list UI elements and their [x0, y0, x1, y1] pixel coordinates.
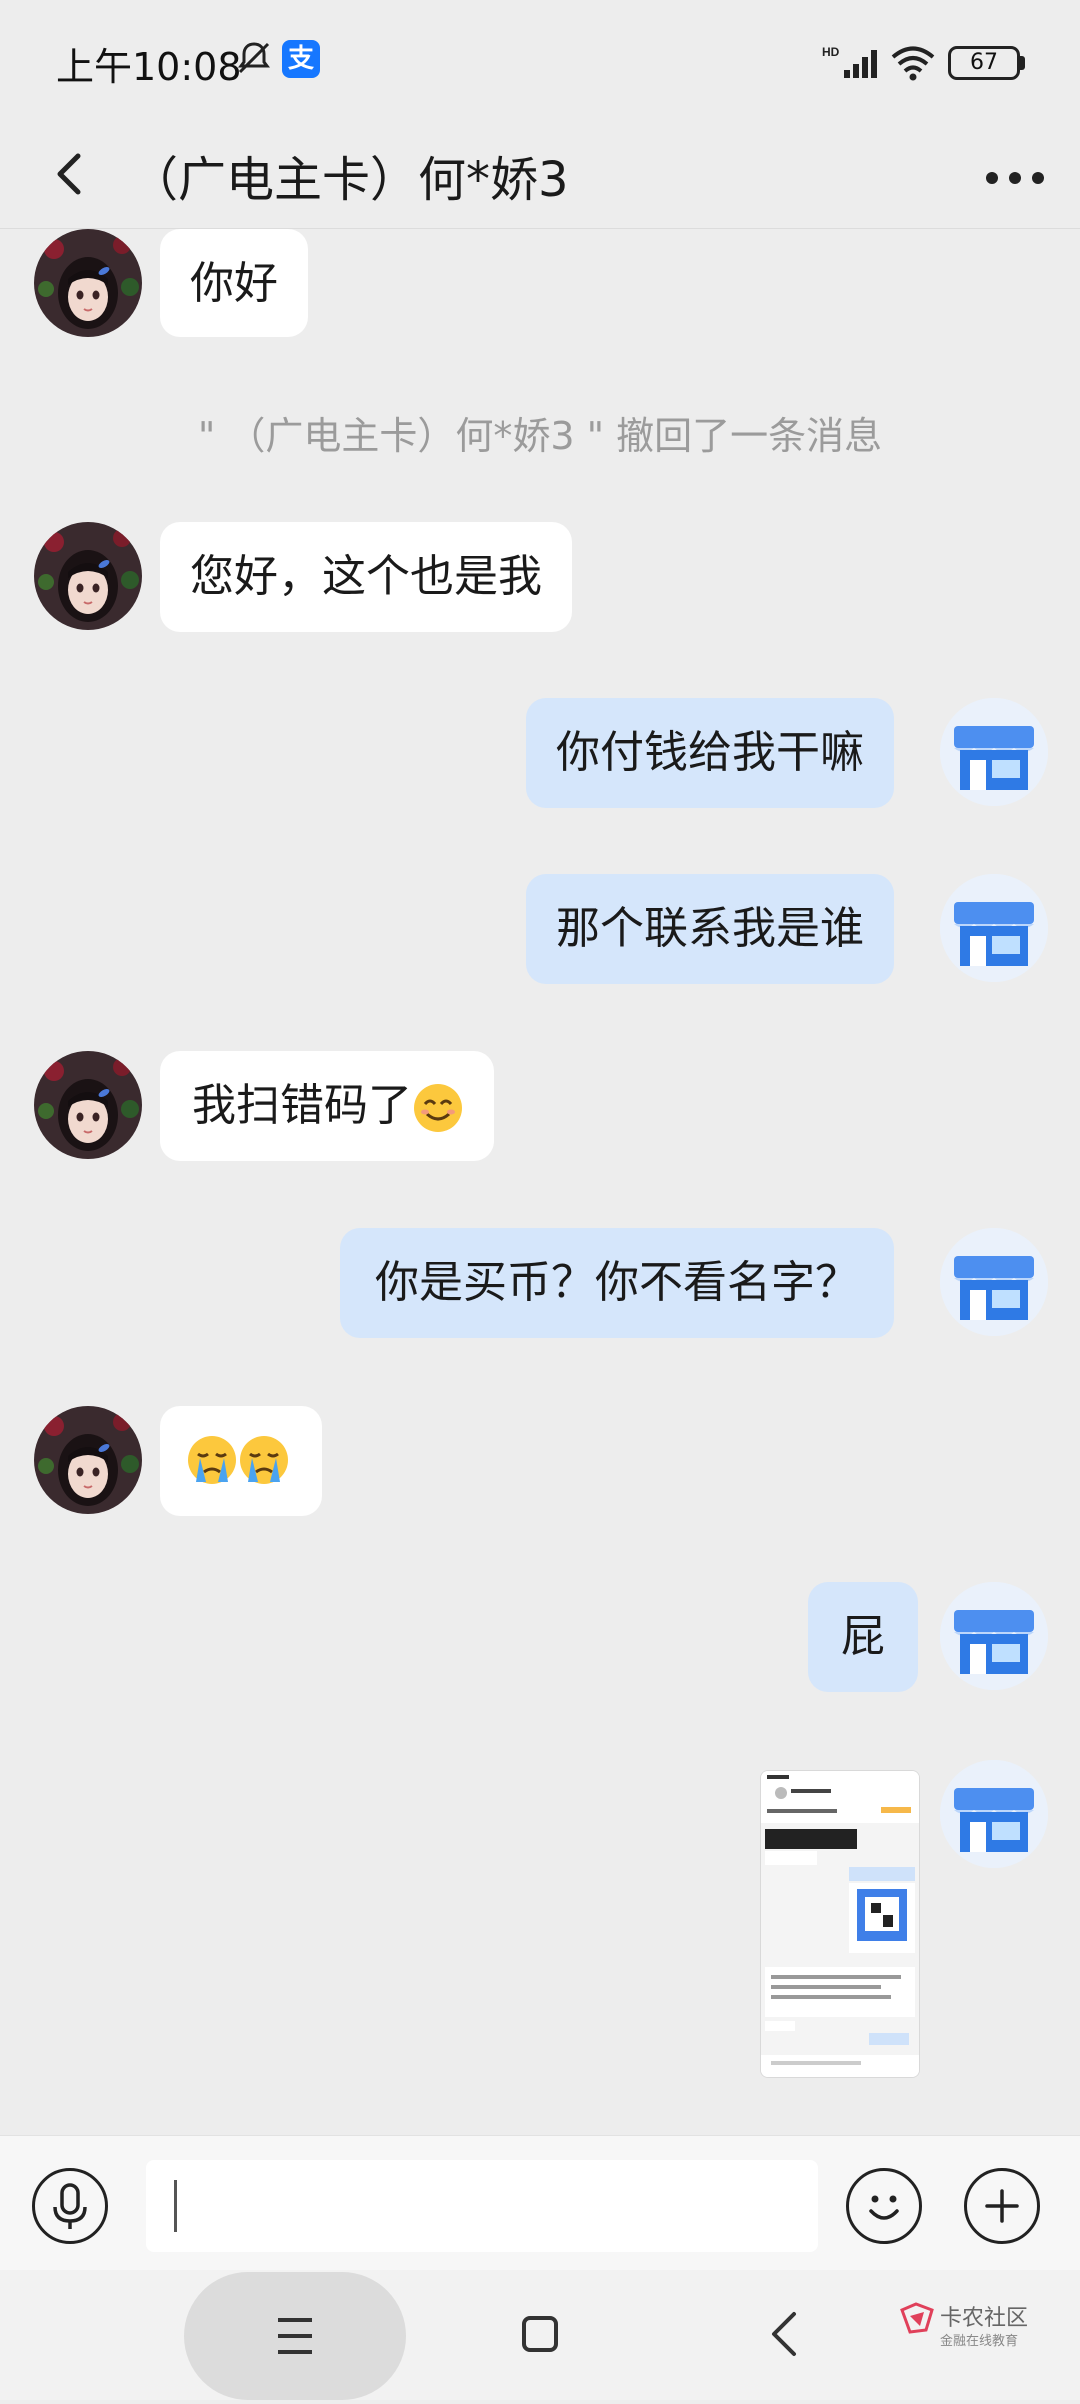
text-caret	[174, 2180, 177, 2232]
home-square-icon[interactable]	[522, 2316, 558, 2352]
store-avatar-icon[interactable]	[940, 1760, 1048, 1868]
back-icon[interactable]	[764, 2306, 804, 2362]
message-text-input[interactable]	[146, 2160, 818, 2252]
watermark-logo: 卡农社区 金融在线教育	[898, 2300, 1068, 2360]
chevron-left-icon[interactable]	[42, 144, 102, 204]
contact-avatar[interactable]	[34, 229, 142, 337]
alipay-icon: 支	[282, 40, 320, 78]
message-bubble-incoming[interactable]: 我扫错码了	[160, 1051, 494, 1161]
crying-emoji-icon	[240, 1436, 288, 1484]
microphone-icon[interactable]	[32, 2168, 108, 2244]
signal-icon: HD	[822, 45, 877, 78]
store-avatar-icon[interactable]	[940, 874, 1048, 982]
emoji-icon[interactable]	[846, 2168, 922, 2244]
chat-message-list[interactable]: 你好 " （广电主卡）何*娇3 " 撤回了一条消息 您好，这个也是我 你付钱给我…	[0, 229, 1080, 2135]
watermark-title: 卡农社区	[940, 2306, 1029, 2331]
store-avatar-icon[interactable]	[940, 1228, 1048, 1336]
wifi-icon	[891, 46, 935, 81]
message-bubble-incoming[interactable]: 您好，这个也是我	[160, 522, 572, 632]
message-bubble-incoming[interactable]	[160, 1406, 322, 1516]
contact-avatar[interactable]	[34, 1051, 142, 1159]
message-bubble-incoming[interactable]: 你好	[160, 229, 308, 337]
contact-avatar[interactable]	[34, 522, 142, 630]
message-input-bar	[0, 2135, 1080, 2271]
message-bubble-outgoing[interactable]: 你是买币？你不看名字？	[340, 1228, 894, 1338]
crying-emoji-icon	[188, 1436, 236, 1484]
network-type: HD	[822, 45, 840, 59]
system-recall-notice: " （广电主卡）何*娇3 " 撤回了一条消息	[197, 414, 883, 458]
store-avatar-icon[interactable]	[940, 698, 1048, 806]
image-message-thumbnail[interactable]	[760, 1770, 920, 2078]
message-bubble-outgoing[interactable]: 你付钱给我干嘛	[526, 698, 894, 808]
chat-header: （广电主卡）何*娇3	[0, 124, 1080, 229]
plus-icon[interactable]	[964, 2168, 1040, 2244]
kanong-logo-icon	[900, 2302, 934, 2334]
message-bubble-outgoing[interactable]: 那个联系我是谁	[526, 874, 894, 984]
bell-mute-icon	[238, 42, 270, 74]
status-time: 上午10:08	[56, 45, 242, 89]
store-avatar-icon[interactable]	[940, 1582, 1048, 1690]
message-bubble-outgoing[interactable]: 屁	[808, 1582, 918, 1692]
chat-title: （广电主卡）何*娇3	[130, 152, 569, 208]
chat-screenshot-thumbnail	[761, 1771, 919, 2077]
battery-icon: 67	[948, 46, 1020, 80]
system-navigation-bar: 卡农社区 金融在线教育	[0, 2270, 1080, 2400]
watermark-subtitle: 金融在线教育	[940, 2334, 1019, 2349]
contact-avatar[interactable]	[34, 1406, 142, 1514]
menu-icon[interactable]	[184, 2272, 406, 2400]
smile-emoji-icon	[414, 1084, 462, 1132]
status-bar: 上午10:08 支 HD 67	[0, 0, 1080, 124]
battery-nub	[1020, 56, 1025, 70]
more-dots-icon[interactable]	[980, 148, 1050, 208]
message-text: 我扫错码了	[192, 1080, 412, 1131]
